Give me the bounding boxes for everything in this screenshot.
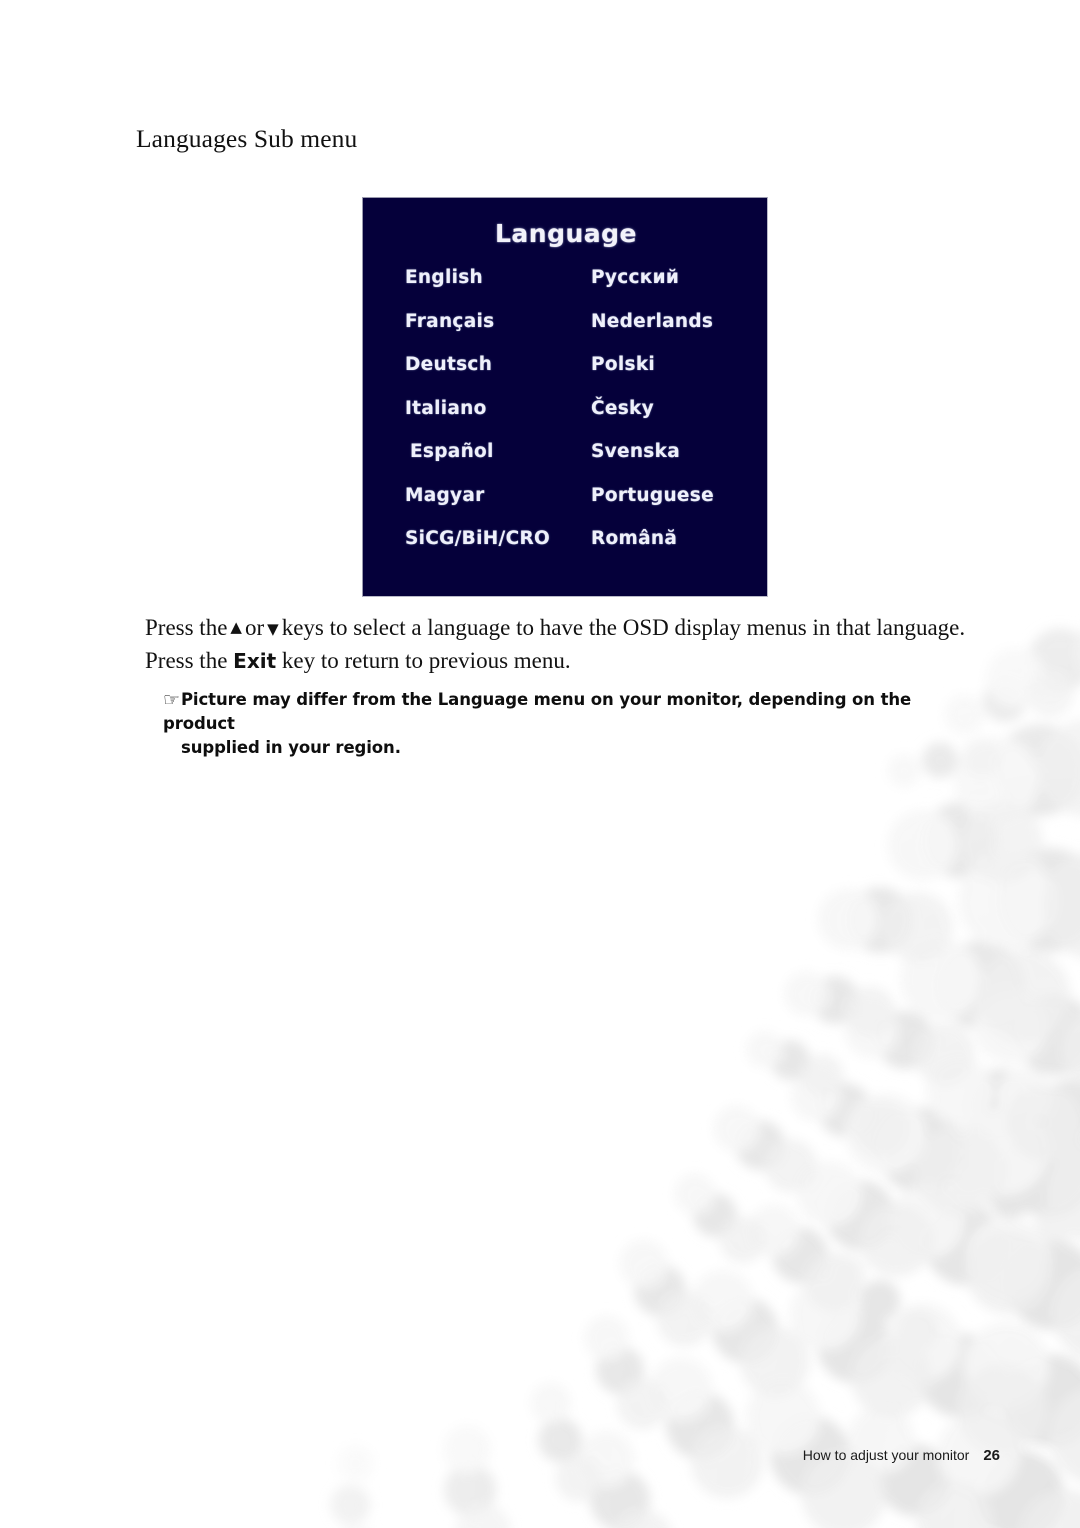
osd-language-item-english[interactable]: English [405, 264, 585, 308]
instruction-or-word: or [244, 615, 265, 640]
osd-language-item-polski[interactable]: Polski [591, 351, 766, 395]
footer-chapter-label: How to adjust your monitor [802, 1447, 970, 1463]
osd-language-column-right: Русский Nederlands Polski Česky Svenska … [591, 264, 766, 569]
arrow-up-icon: ▲ [230, 618, 242, 636]
osd-language-item-magyar[interactable]: Magyar [405, 482, 585, 526]
note-line-2: supplied in your region. [181, 738, 401, 757]
osd-language-item-portuguese[interactable]: Portuguese [591, 482, 766, 526]
instruction-line2-suffix: key to return to previous menu. [281, 648, 571, 673]
osd-language-column-left: English Français Deutsch Italiano Españo… [405, 264, 585, 569]
osd-language-item-sicg-bih-cro[interactable]: SiCG/BiH/CRO [405, 525, 585, 569]
osd-language-item-cesky[interactable]: Česky [591, 395, 766, 439]
osd-language-item-francais[interactable]: Français [405, 308, 585, 352]
exit-key-label: Exit [233, 649, 277, 673]
instruction-line2-prefix: Press the [145, 648, 228, 673]
osd-language-item-russkiy[interactable]: Русский [591, 264, 766, 308]
osd-language-item-deutsch[interactable]: Deutsch [405, 351, 585, 395]
osd-language-item-nederlands[interactable]: Nederlands [591, 308, 766, 352]
osd-title: Language [494, 219, 637, 248]
instruction-paragraph: Press the ▲ or ▼ keys to select a language t… [145, 612, 970, 677]
arrow-down-icon: ▼ [267, 620, 279, 638]
instruction-line1-suffix: keys to select a language to have the OS… [281, 615, 966, 640]
osd-language-item-italiano[interactable]: Italiano [405, 395, 585, 439]
page-title: Languages Sub menu [136, 124, 358, 153]
instruction-line1-prefix: Press the [145, 615, 228, 640]
osd-language-item-romana[interactable]: Română [591, 525, 766, 569]
note-callout: ☞Picture may differ from the Language me… [163, 688, 953, 760]
pointing-hand-icon: ☞ [163, 689, 180, 711]
note-line-1: Picture may differ from the Language men… [163, 690, 912, 733]
osd-language-item-espanol[interactable]: Español [405, 438, 585, 482]
osd-language-columns: English Français Deutsch Italiano Españo… [363, 264, 767, 584]
footer-page-number: 26 [983, 1447, 1000, 1464]
osd-language-item-svenska[interactable]: Svenska [591, 438, 766, 482]
page-footer: How to adjust your monitor 26 [0, 1447, 1000, 1464]
osd-language-panel: Language English Français Deutsch Italia… [362, 197, 768, 597]
